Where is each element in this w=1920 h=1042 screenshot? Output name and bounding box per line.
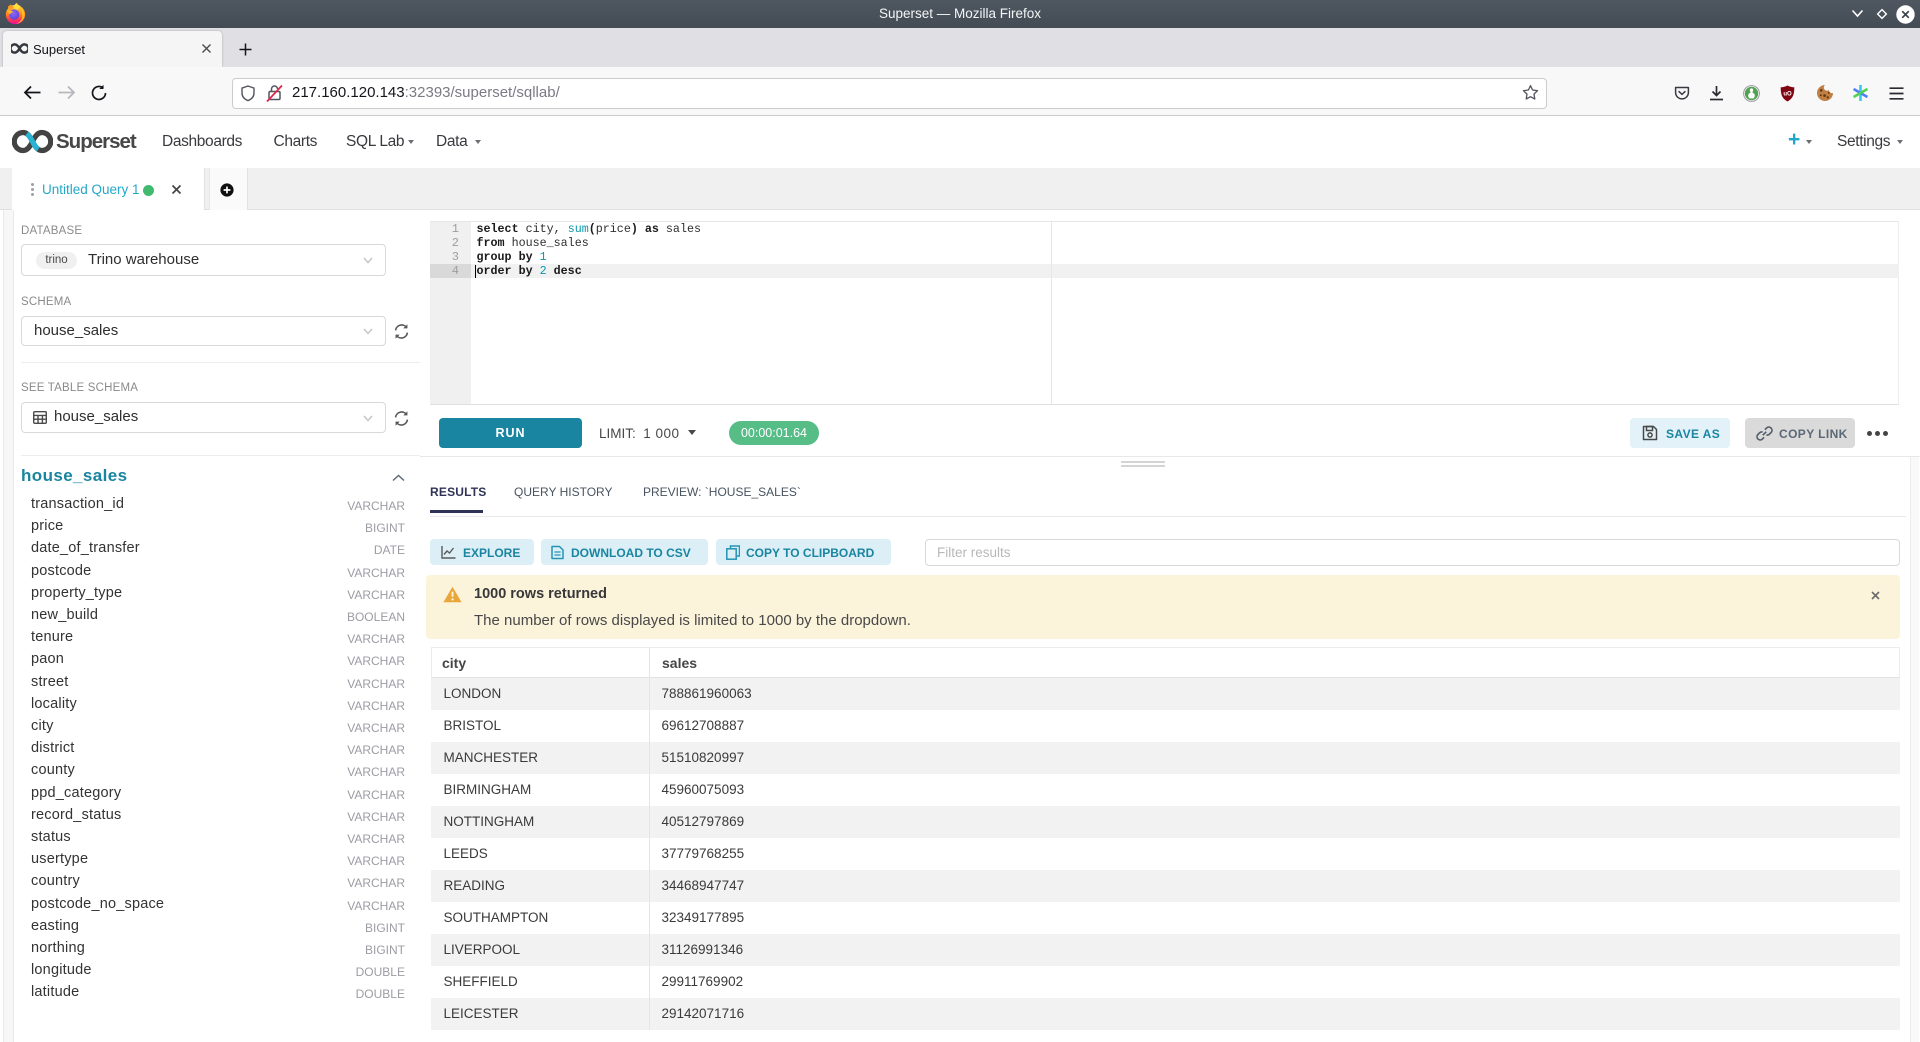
svg-text:uO: uO bbox=[1783, 92, 1792, 98]
